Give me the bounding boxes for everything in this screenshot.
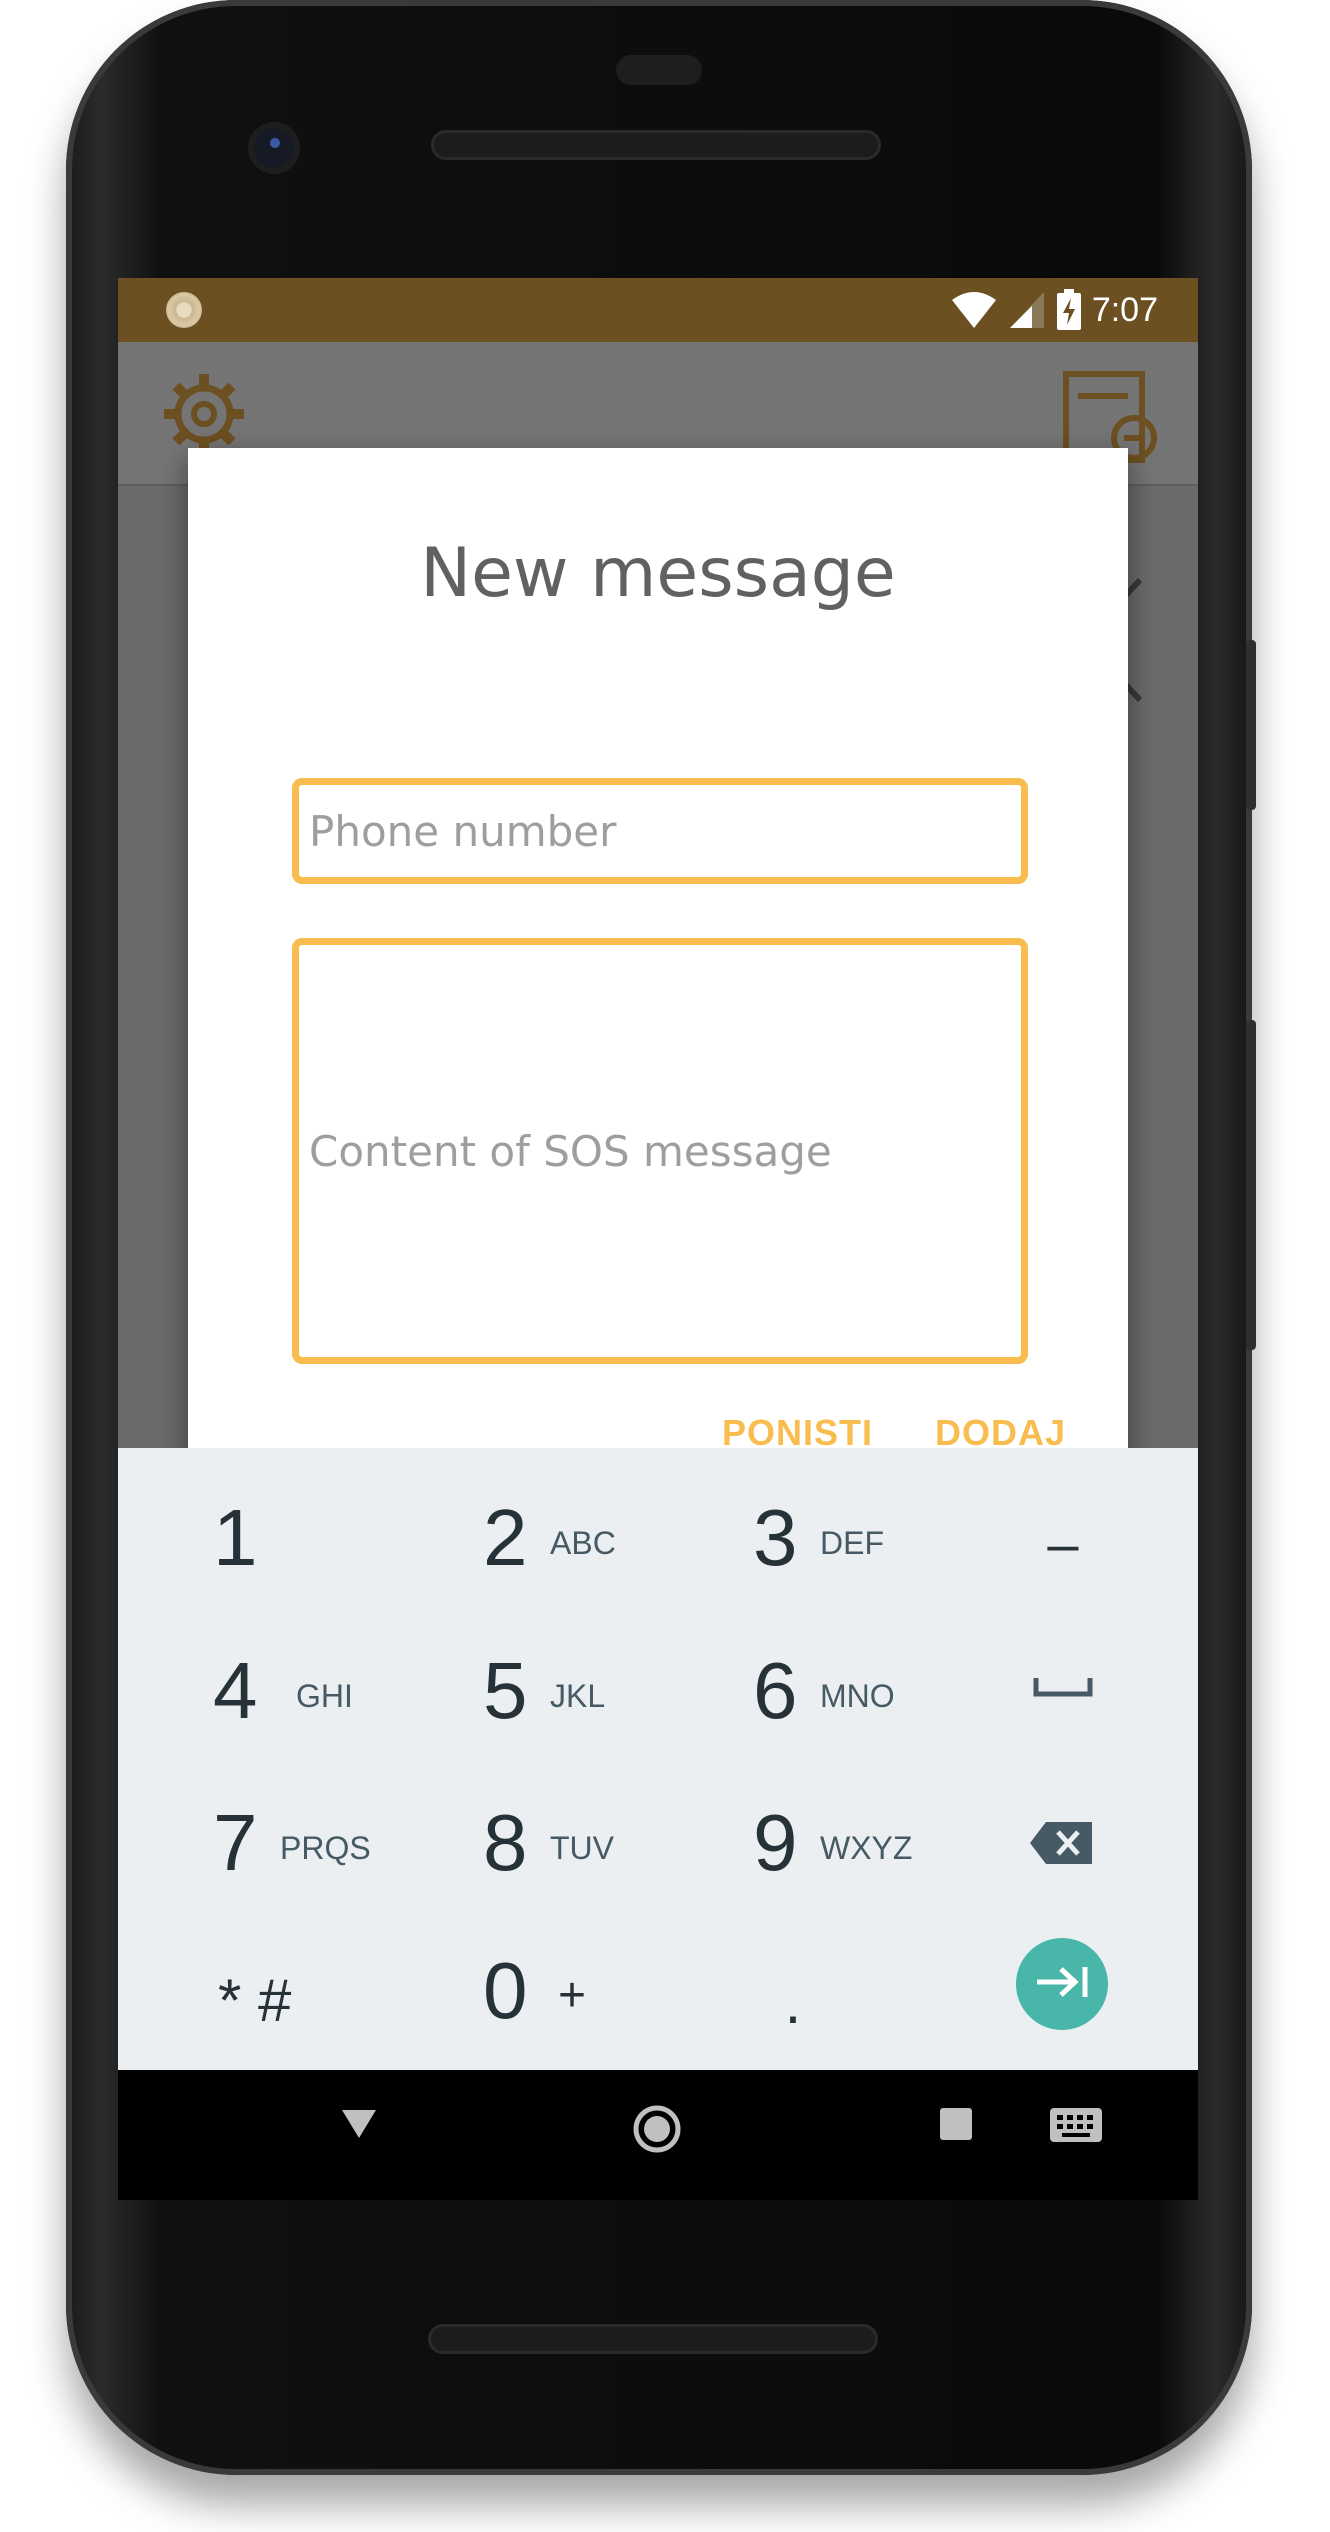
dialog-title: New message (420, 534, 896, 613)
key-star-hash[interactable]: * # (118, 1916, 388, 2066)
key-9[interactable]: 9 WXYZ (658, 1768, 928, 1918)
key-4[interactable]: 4 GHI (118, 1616, 388, 1766)
background-app: New message Phone number Content of SOS … (118, 342, 1198, 1506)
key-0[interactable]: 0 + (388, 1916, 658, 2066)
top-speaker (431, 130, 881, 160)
next-field-button[interactable] (1016, 1938, 1108, 2030)
power-button (1246, 640, 1256, 810)
navigation-bar (118, 2070, 1198, 2200)
status-bar: 7:07 (118, 278, 1198, 342)
keyboard-switch-icon[interactable] (1048, 2106, 1104, 2148)
front-camera (248, 122, 300, 174)
volume-button (1246, 1020, 1256, 1350)
sos-message-placeholder: Content of SOS message (309, 1126, 832, 1176)
numeric-keyboard: 1 2 ABC 3 DEF – 4 GHI 5 JKL 6 MNO 7 PRQS… (118, 1448, 1198, 2070)
key-period[interactable]: . (658, 1916, 928, 2066)
key-2[interactable]: 2 ABC (388, 1463, 658, 1613)
app-notification-icon (166, 292, 202, 328)
bottom-speaker (428, 2324, 878, 2354)
back-icon[interactable] (340, 2106, 378, 2144)
tab-next-icon (1035, 1965, 1089, 2003)
space-icon (1033, 1676, 1093, 1702)
phone-number-input[interactable]: Phone number (292, 778, 1028, 884)
key-8[interactable]: 8 TUV (388, 1768, 658, 1918)
backspace-icon (1028, 1820, 1094, 1870)
key-space[interactable] (928, 1616, 1198, 1766)
screen: 7:07 New message Phone number Content of… (118, 278, 1198, 2070)
new-message-dialog: New message Phone number Content of SOS … (188, 448, 1128, 1506)
status-time: 7:07 (1091, 290, 1158, 329)
key-1[interactable]: 1 (118, 1463, 388, 1613)
wifi-icon (950, 290, 998, 330)
key-dash[interactable]: – (928, 1463, 1198, 1613)
backspace-key[interactable] (928, 1768, 1198, 1918)
key-7[interactable]: 7 PRQS (118, 1768, 388, 1918)
key-5[interactable]: 5 JKL (388, 1616, 658, 1766)
key-3[interactable]: 3 DEF (658, 1463, 928, 1613)
key-6[interactable]: 6 MNO (658, 1616, 928, 1766)
earpiece (616, 55, 702, 85)
cellular-signal-icon (1008, 290, 1046, 330)
battery-charging-icon (1056, 289, 1082, 331)
home-icon[interactable] (632, 2104, 682, 2158)
sos-message-input[interactable]: Content of SOS message (292, 938, 1028, 1364)
phone-number-placeholder: Phone number (309, 806, 617, 856)
recents-icon[interactable] (938, 2106, 974, 2146)
